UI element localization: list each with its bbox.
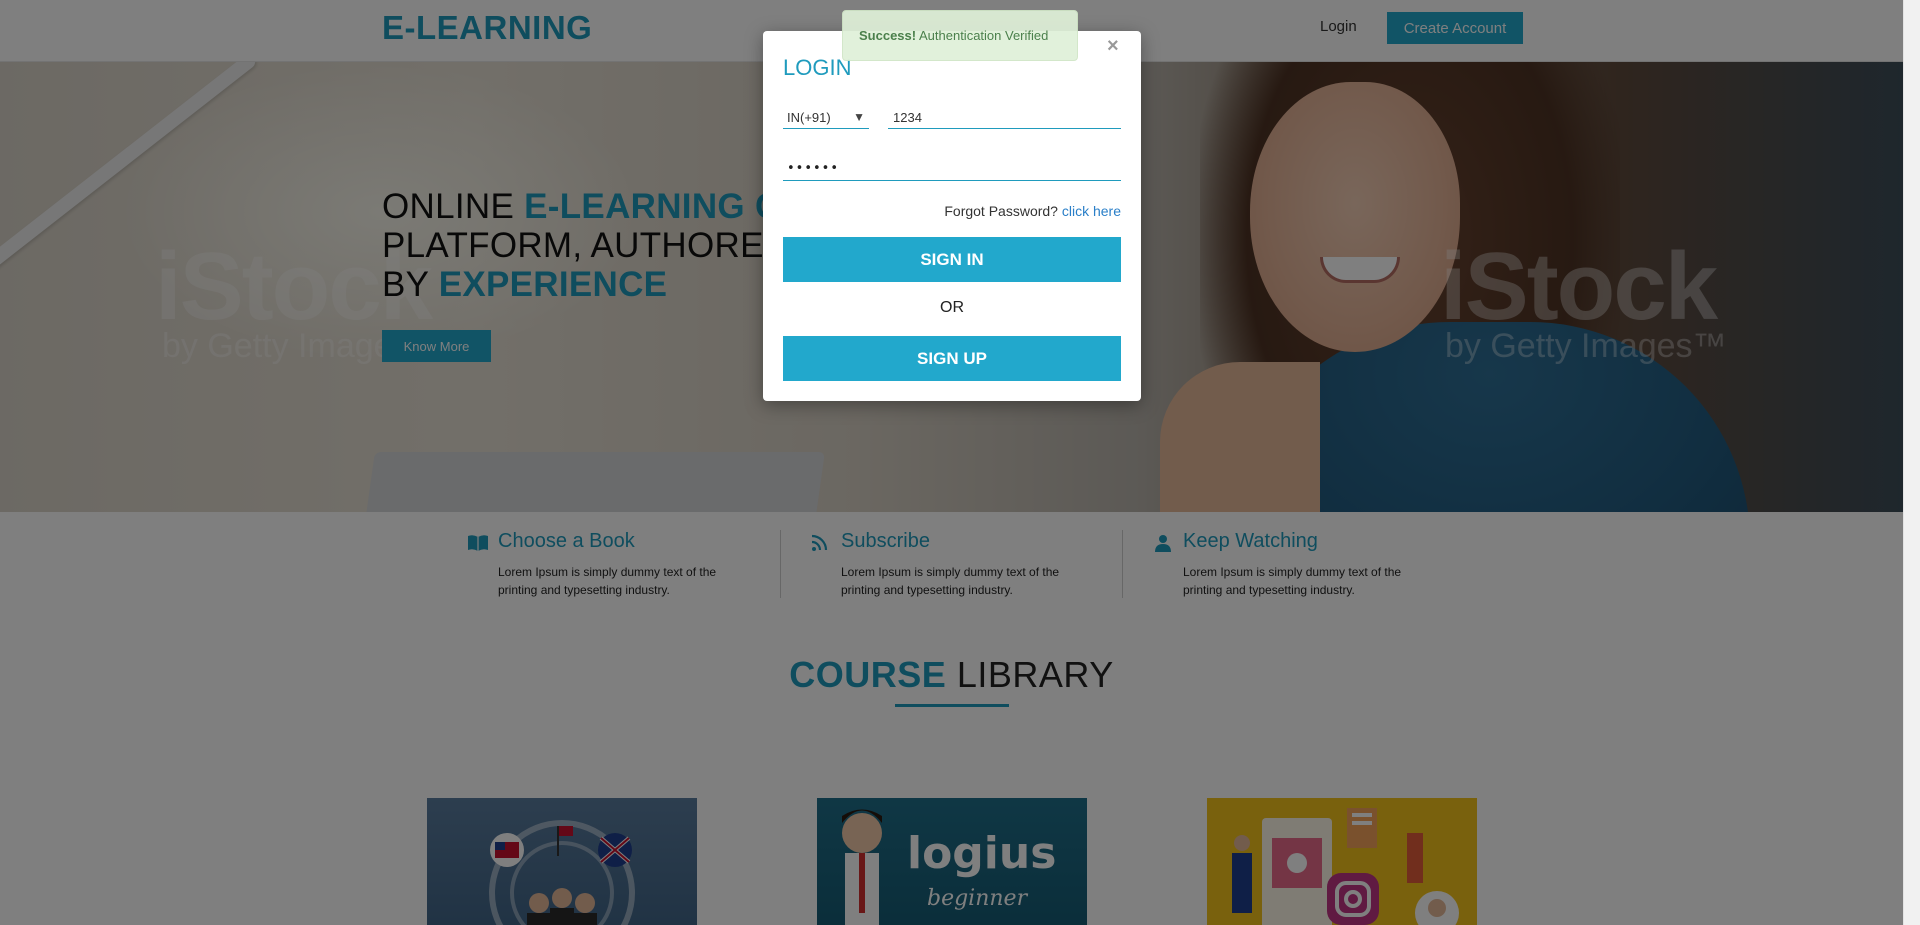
success-toast: Success! Authentication Verified (842, 10, 1078, 61)
forgot-password-link[interactable]: click here (1062, 203, 1121, 219)
close-icon[interactable]: × (1107, 35, 1119, 58)
sign-up-button[interactable]: SIGN UP (783, 336, 1121, 381)
password-input[interactable] (783, 156, 1121, 181)
triangle-down-icon: ▼ (853, 110, 865, 124)
phone-number-input[interactable] (888, 106, 1121, 129)
country-code-select[interactable]: IN(+91) ▼ (783, 106, 869, 129)
toast-strong: Success! (859, 28, 917, 43)
toast-message: Authentication Verified (916, 28, 1049, 43)
forgot-password-text: Forgot Password? (944, 203, 1062, 219)
forgot-password-row: Forgot Password? click here (783, 203, 1121, 219)
login-modal: LOGIN × IN(+91) ▼ Forgot Password? click… (763, 31, 1141, 401)
modal-title: LOGIN (783, 55, 852, 80)
page-scrollbar[interactable] (1903, 0, 1920, 925)
sign-in-button[interactable]: SIGN IN (783, 237, 1121, 282)
country-code-value: IN(+91) (787, 109, 831, 125)
or-separator: OR (940, 299, 964, 316)
